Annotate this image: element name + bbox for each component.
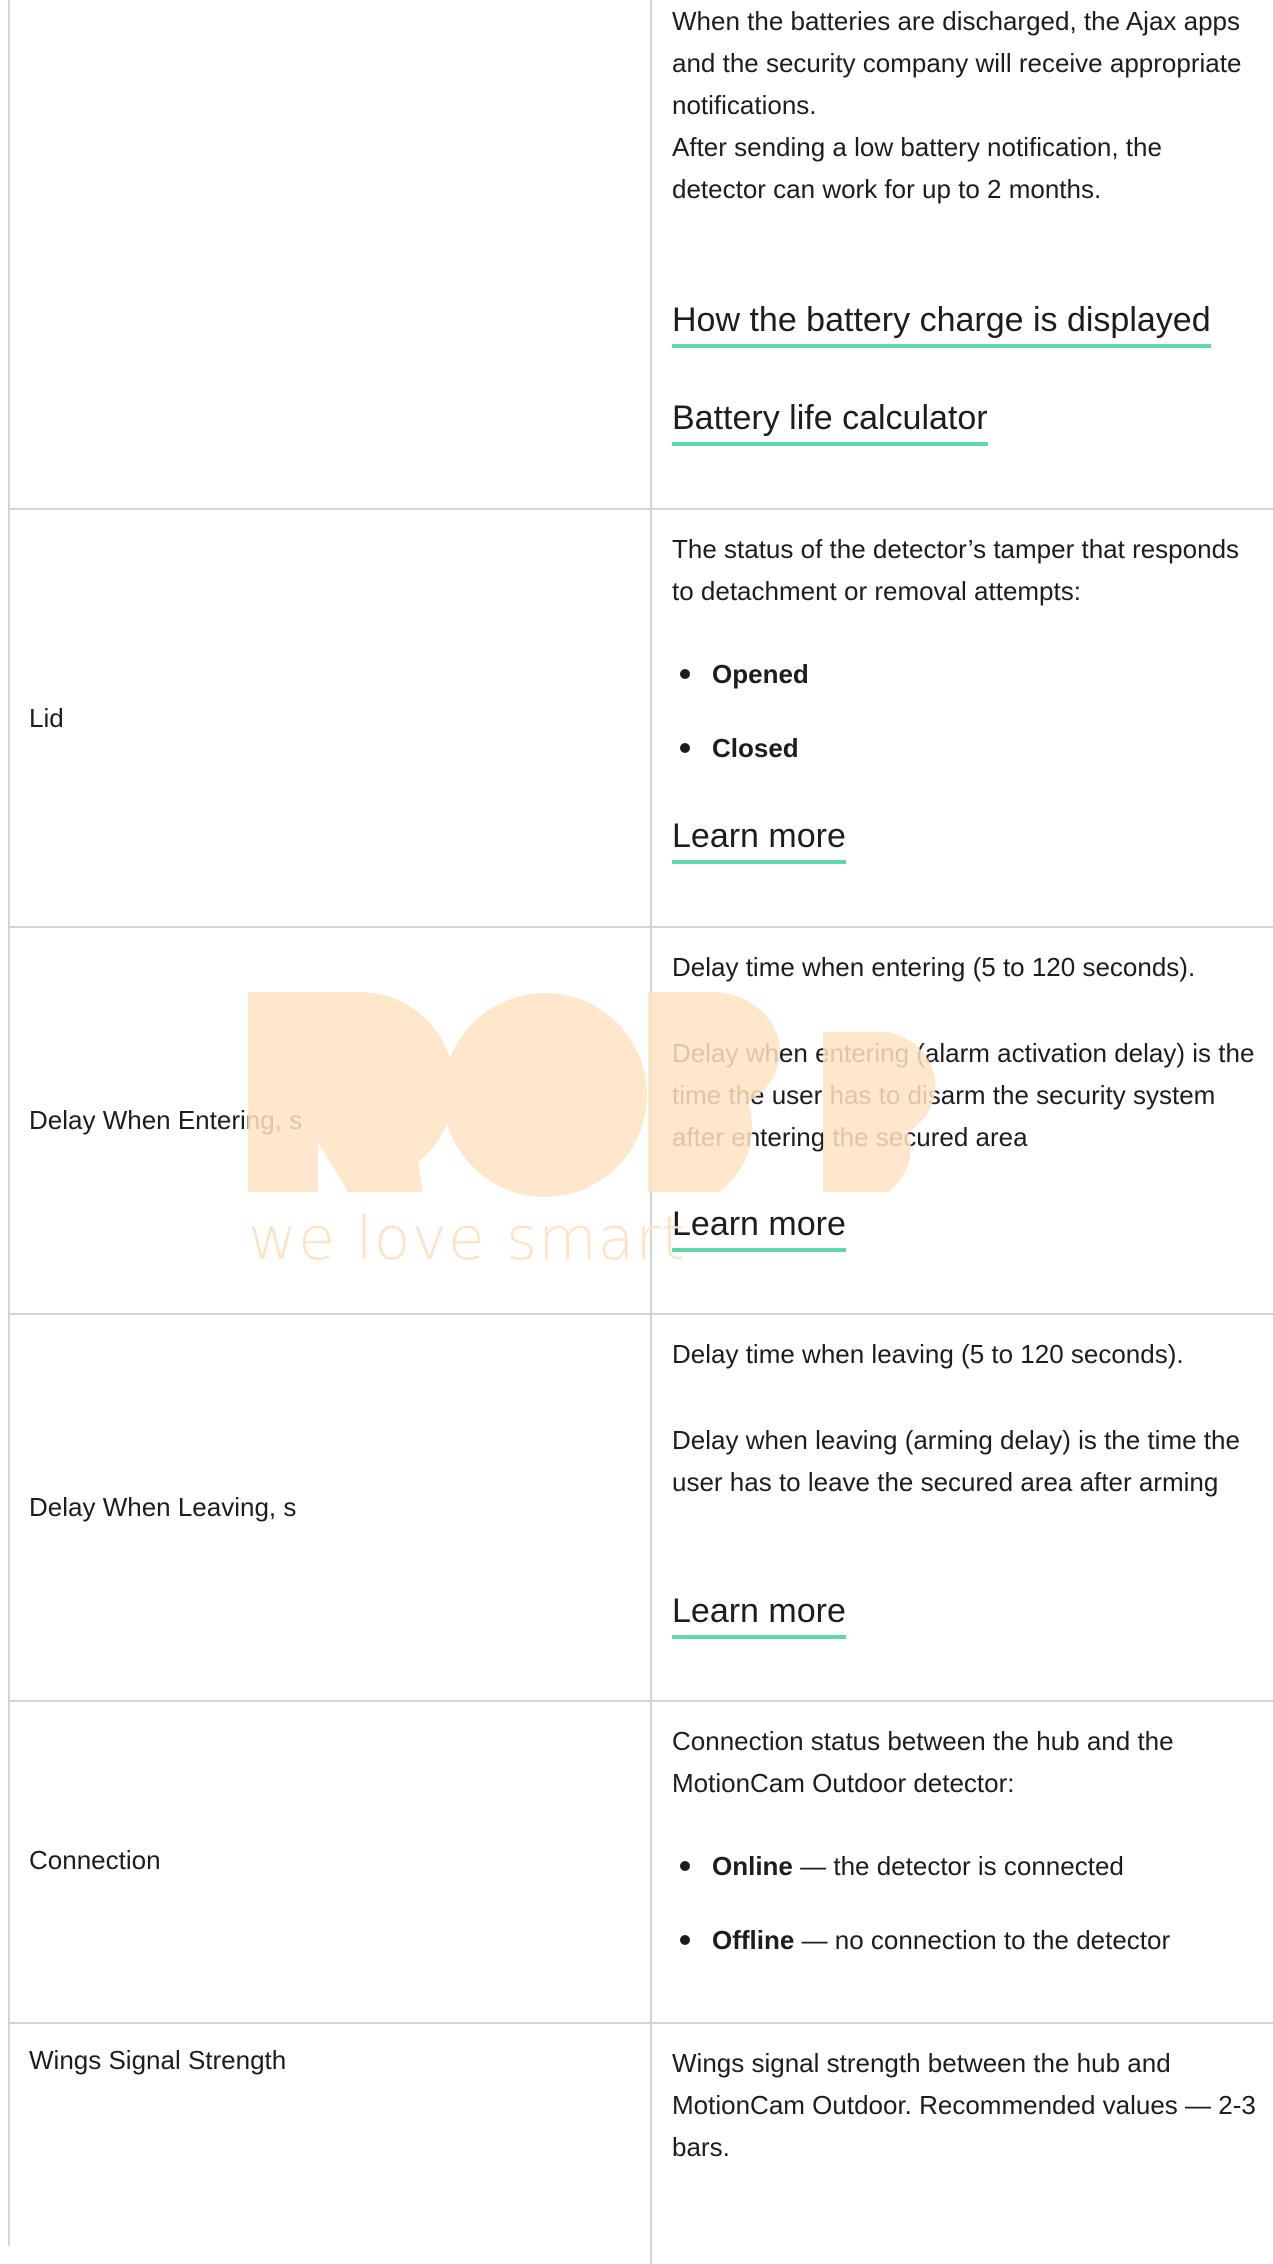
list-item: Opened: [672, 656, 809, 692]
description-paragraph: Delay time when leaving (5 to 120 second…: [672, 1339, 1184, 1369]
description-paragraph: Wings signal strength between the hub an…: [672, 2048, 1256, 2162]
table-row-wings-signal: Wings Signal Strength Wings signal stren…: [10, 2024, 1273, 2264]
delay-entering-learn-more-link[interactable]: Learn more: [672, 1202, 846, 1252]
row-label-cell: Delay When Leaving, s: [10, 1315, 652, 1700]
table-row-connection: Connection Connection status between the…: [10, 1702, 1273, 2024]
description-paragraph: When the batteries are discharged, the A…: [672, 6, 1242, 120]
row-label: Delay When Leaving, s: [29, 1492, 297, 1522]
settings-table: When the batteries are discharged, the A…: [8, 0, 1273, 2264]
table-row-delay-entering: Delay When Entering, s Delay time when e…: [10, 928, 1273, 1315]
bullet-dot-icon: [680, 1860, 690, 1871]
row-label: Delay When Entering, s: [29, 1105, 303, 1135]
row-label: Wings Signal Strength: [29, 2045, 287, 2075]
list-item: Offline — no connection to the detector: [672, 1922, 1170, 1958]
table-row-delay-leaving: Delay When Leaving, s Delay time when le…: [10, 1315, 1273, 1702]
list-item: Online — the detector is connected: [672, 1848, 1124, 1884]
row-label-cell: Connection: [10, 1702, 652, 2022]
row-label-cell: Delay When Entering, s: [10, 928, 652, 1313]
row-label: Lid: [29, 703, 64, 733]
table-row-battery: When the batteries are discharged, the A…: [10, 0, 1273, 510]
delay-leaving-learn-more-link[interactable]: Learn more: [672, 1589, 846, 1639]
description-paragraph: Delay when leaving (arming delay) is the…: [672, 1425, 1240, 1497]
battery-life-calculator-link[interactable]: Battery life calculator: [672, 396, 988, 446]
bullet-dot-icon: [680, 1934, 690, 1945]
row-label: Connection: [29, 1845, 161, 1875]
table-row-lid: Lid The status of the detector’s tamper …: [10, 510, 1273, 928]
row-label-cell: Wings Signal Strength: [10, 2024, 652, 2264]
description-paragraph: Connection status between the hub and th…: [672, 1726, 1174, 1798]
description-paragraph: Delay when entering (alarm activation de…: [672, 1038, 1255, 1152]
list-item: Closed: [672, 730, 799, 766]
description-paragraph: After sending a low battery notification…: [672, 132, 1162, 204]
bullet-dot-icon: [680, 668, 690, 679]
bullet-dot-icon: [680, 742, 690, 753]
description-paragraph: Delay time when entering (5 to 120 secon…: [672, 952, 1196, 982]
battery-charge-display-link[interactable]: How the battery charge is displayed: [672, 298, 1211, 348]
lid-learn-more-link[interactable]: Learn more: [672, 814, 846, 864]
description-paragraph: The status of the detector’s tamper that…: [672, 534, 1240, 606]
row-label-cell: [10, 0, 652, 508]
row-label-cell: Lid: [10, 510, 652, 926]
